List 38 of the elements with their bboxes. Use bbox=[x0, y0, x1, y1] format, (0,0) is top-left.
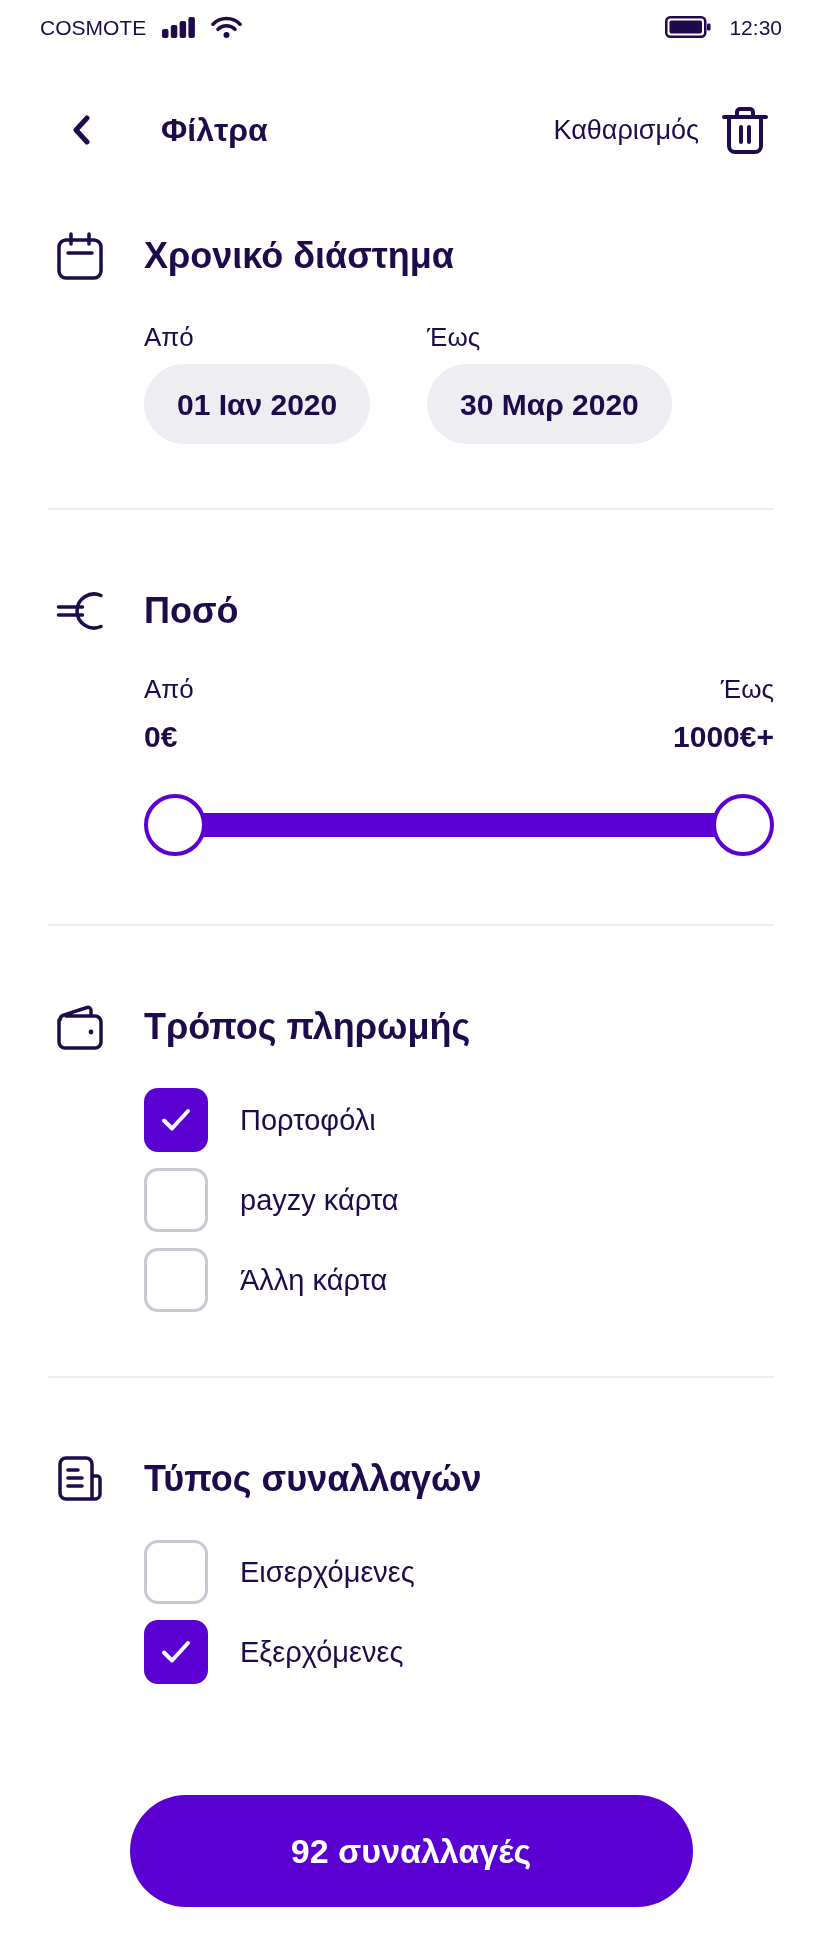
apply-button[interactable]: 92 συναλλαγές bbox=[129, 1795, 693, 1907]
amount-value: 1000€+ bbox=[673, 719, 774, 755]
section-title: Τρόπος πληρωμής bbox=[144, 1005, 471, 1049]
date-button[interactable]: 01 Ιαν 2020 bbox=[144, 364, 371, 444]
range-label: Έως bbox=[427, 321, 481, 353]
range-label: Από bbox=[144, 673, 194, 705]
calendar-icon bbox=[56, 232, 104, 280]
range-slider[interactable] bbox=[144, 794, 774, 856]
option-label: payzy κάρτα bbox=[240, 1183, 399, 1218]
trash-icon bbox=[721, 105, 769, 155]
option-label: Άλλη κάρτα bbox=[240, 1263, 388, 1298]
range-label: Από bbox=[144, 321, 194, 353]
document-icon bbox=[56, 1455, 104, 1503]
checkbox[interactable] bbox=[144, 1620, 208, 1684]
option-label: Πορτοφόλι bbox=[240, 1103, 376, 1138]
date-button[interactable]: 30 Μαρ 2020 bbox=[427, 364, 672, 444]
checkbox[interactable] bbox=[144, 1248, 208, 1312]
checkbox[interactable] bbox=[144, 1088, 208, 1152]
checkbox[interactable] bbox=[144, 1540, 208, 1604]
check-icon bbox=[161, 1107, 191, 1133]
section-title: Χρονικό διάστημα bbox=[144, 234, 454, 278]
clock-time: 12:30 bbox=[729, 16, 782, 38]
clear-button[interactable]: Καθαρισμός bbox=[553, 105, 769, 155]
section-title: Ποσό bbox=[144, 589, 239, 633]
page-title: Φίλτρα bbox=[161, 111, 268, 150]
wallet-icon bbox=[56, 1003, 104, 1051]
chevron-left-icon bbox=[72, 115, 90, 145]
section-title: Τύπος συναλλαγών bbox=[144, 1457, 482, 1501]
option-label: Εισερχόμενες bbox=[240, 1555, 415, 1590]
wifi-icon bbox=[211, 16, 243, 38]
signal-icon bbox=[162, 16, 196, 38]
range-label: Έως bbox=[720, 673, 774, 705]
option-label: Εξερχόμενες bbox=[240, 1635, 404, 1670]
battery-icon bbox=[665, 16, 712, 38]
check-icon bbox=[161, 1639, 191, 1665]
carrier-name: COSMOTE bbox=[40, 16, 147, 38]
amount-value: 0€ bbox=[144, 719, 178, 755]
checkbox[interactable] bbox=[144, 1168, 208, 1232]
